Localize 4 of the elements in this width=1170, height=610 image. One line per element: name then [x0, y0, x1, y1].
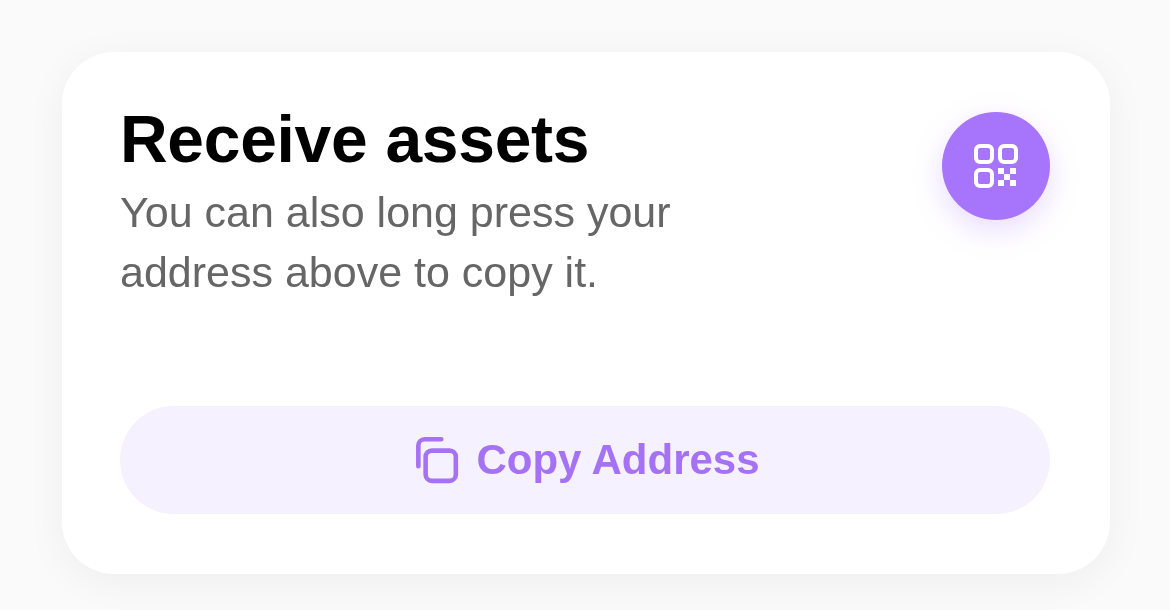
qr-code-icon [972, 142, 1020, 190]
card-title: Receive assets [120, 106, 591, 172]
card-description: You can also long press your address above to copy it. [120, 187, 672, 298]
copy-address-button[interactable]: Copy Address [120, 406, 1050, 514]
